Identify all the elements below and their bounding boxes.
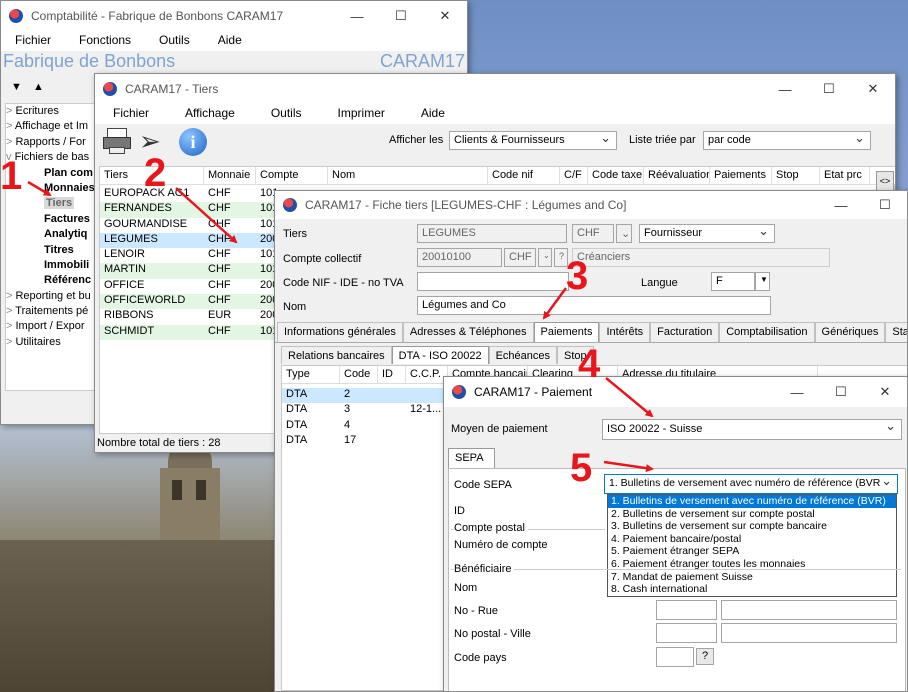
- annotation-arrow-5: [603, 460, 654, 473]
- annotation-arrow-1: [27, 180, 52, 197]
- annotation-arrow-4: [605, 377, 654, 418]
- annotation-arrows: [27, 180, 654, 473]
- annotation-arrow-2: [175, 187, 238, 244]
- annotation-arrow-3: [542, 287, 568, 320]
